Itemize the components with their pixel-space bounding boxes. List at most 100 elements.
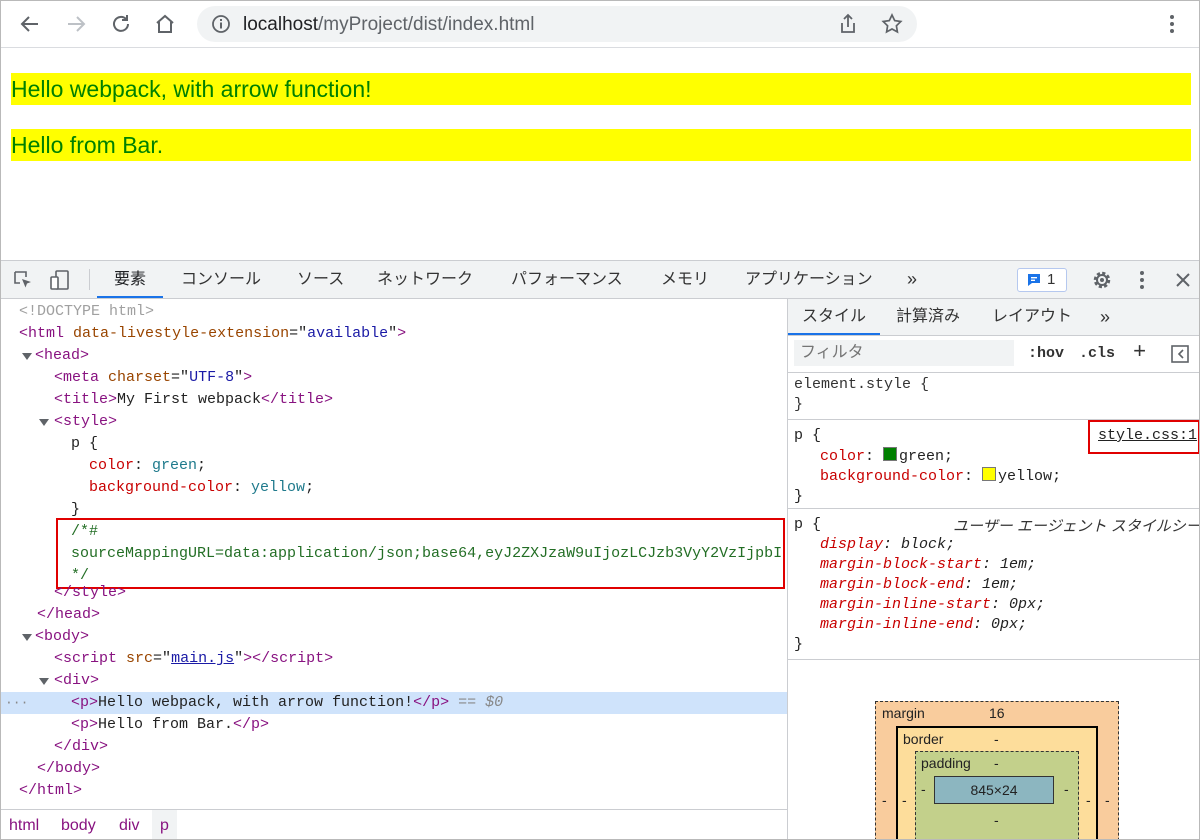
- dom-html-attr: data-livestyle-extension: [73, 325, 290, 342]
- address-bar[interactable]: localhost/myProject/dist/index.html: [197, 6, 917, 42]
- tab-console[interactable]: コンソール: [181, 261, 261, 298]
- dom-line-style[interactable]: <style>: [1, 411, 787, 433]
- dom-line-div-close[interactable]: </div>: [1, 736, 787, 758]
- more-tabs-button[interactable]: »: [907, 261, 917, 298]
- box-model-padding[interactable]: padding - - - - 845×24: [915, 751, 1079, 839]
- breadcrumb-div[interactable]: div: [119, 810, 139, 839]
- dom-line-p2[interactable]: <p>Hello from Bar.</p>: [1, 714, 787, 736]
- dom-line-style-close[interactable]: </style>: [1, 582, 787, 604]
- device-toolbar-icon[interactable]: [49, 269, 71, 291]
- dom-body-tag: body: [44, 628, 81, 645]
- issues-badge[interactable]: 1: [1017, 268, 1067, 292]
- element-style-selector[interactable]: element.style {: [794, 375, 929, 395]
- tab-sources[interactable]: ソース: [297, 261, 344, 298]
- toggle-sidebar-icon[interactable]: [1170, 344, 1190, 364]
- dom-line-body[interactable]: <body>: [1, 626, 787, 648]
- dom-line-head[interactable]: <head>: [1, 345, 787, 367]
- bg-value[interactable]: yellow: [998, 468, 1052, 485]
- expand-triangle-icon[interactable]: [39, 678, 49, 685]
- elements-tree: <!DOCTYPE html> <html data-livestyle-ext…: [1, 299, 787, 808]
- settings-gear-icon[interactable]: [1091, 269, 1113, 291]
- styles-filter-input[interactable]: [794, 340, 1014, 366]
- dom-line-head-close[interactable]: </head>: [1, 604, 787, 626]
- home-icon: [156, 14, 174, 33]
- tab-elements[interactable]: 要素: [97, 261, 163, 298]
- tabbar-divider: [89, 269, 90, 290]
- ua-rule-selector: p {: [794, 516, 822, 533]
- hov-button[interactable]: :hov: [1028, 345, 1064, 362]
- more-vert-icon: [1170, 15, 1174, 33]
- browser-menu-button[interactable]: [1159, 11, 1185, 37]
- ellipsis-icon[interactable]: ···: [5, 692, 28, 714]
- dom-line-div[interactable]: <div>: [1, 670, 787, 692]
- color-prop[interactable]: color: [820, 448, 865, 465]
- expand-triangle-icon[interactable]: [22, 634, 32, 641]
- dom-line-html-close[interactable]: </html>: [1, 780, 787, 802]
- padding-left-value[interactable]: -: [921, 781, 926, 797]
- border-top-value[interactable]: -: [994, 731, 999, 747]
- devtools-tabbar: 要素 コンソール ソース ネットワーク パフォーマンス メモリ アプリケーション…: [1, 261, 1199, 299]
- cls-button[interactable]: .cls: [1079, 345, 1115, 362]
- box-model-content-size[interactable]: 845×24: [934, 776, 1054, 804]
- tab-application[interactable]: アプリケーション: [745, 261, 873, 298]
- dom-line-meta[interactable]: <meta charset="UTF-8">: [1, 367, 787, 389]
- page-paragraph-1: Hello webpack, with arrow function!: [11, 73, 1191, 105]
- selected-marker: == $0: [458, 694, 504, 711]
- share-icon[interactable]: [837, 13, 859, 35]
- reload-button[interactable]: [108, 11, 134, 37]
- p-rule-selector[interactable]: p {: [794, 426, 821, 446]
- script-src-link[interactable]: main.js: [171, 650, 234, 667]
- dom-line-html[interactable]: <html data-livestyle-extension="availabl…: [1, 323, 787, 345]
- tab-performance[interactable]: パフォーマンス: [511, 261, 623, 298]
- browser-window: localhost/myProject/dist/index.html Hell…: [0, 0, 1200, 840]
- margin-top-value[interactable]: 16: [989, 705, 1005, 721]
- margin-right-value[interactable]: -: [1105, 792, 1110, 808]
- border-left-value[interactable]: -: [902, 792, 907, 808]
- padding-right-value[interactable]: -: [1064, 781, 1069, 797]
- breadcrumb-p[interactable]: p: [152, 810, 177, 839]
- border-right-value[interactable]: -: [1086, 792, 1091, 808]
- tab-computed[interactable]: 計算済み: [896, 299, 960, 335]
- breadcrumb-html[interactable]: html: [9, 810, 39, 839]
- styles-filter-bar: :hov .cls +: [788, 336, 1199, 373]
- color-value[interactable]: green: [899, 448, 944, 465]
- tab-styles[interactable]: スタイル: [788, 299, 880, 335]
- dom-line-body-close[interactable]: </body>: [1, 758, 787, 780]
- bg-prop[interactable]: background-color: [820, 468, 964, 485]
- more-sidebar-tabs-button[interactable]: »: [1100, 299, 1110, 335]
- inspect-element-icon[interactable]: [13, 270, 33, 290]
- back-arrow-icon: [20, 16, 38, 32]
- info-icon[interactable]: [211, 14, 231, 34]
- expand-triangle-icon[interactable]: [22, 353, 32, 360]
- margin-left-value[interactable]: -: [882, 792, 887, 808]
- browser-toolbar: localhost/myProject/dist/index.html: [1, 1, 1199, 48]
- home-button[interactable]: [152, 11, 178, 37]
- box-model-border[interactable]: border - - - padding - - - - 845×24: [896, 726, 1098, 839]
- dom-line-script[interactable]: <script src="main.js"></script>: [1, 648, 787, 670]
- breadcrumb-body[interactable]: body: [61, 810, 96, 839]
- tab-layout[interactable]: レイアウト: [992, 299, 1072, 335]
- dom-css-selector: p {: [71, 435, 99, 452]
- url-text[interactable]: localhost/myProject/dist/index.html: [243, 14, 534, 36]
- devtools-menu-icon[interactable]: [1131, 269, 1153, 291]
- back-button[interactable]: [17, 11, 43, 37]
- expand-triangle-icon[interactable]: [39, 419, 49, 426]
- page-viewport: Hello webpack, with arrow function! Hell…: [1, 48, 1199, 260]
- padding-bottom-value[interactable]: -: [994, 812, 999, 828]
- color-swatch-yellow[interactable]: [982, 467, 997, 481]
- tab-network[interactable]: ネットワーク: [377, 261, 473, 298]
- forward-button[interactable]: [63, 11, 89, 37]
- tab-memory[interactable]: メモリ: [661, 261, 709, 298]
- dom-line-p1-selected[interactable]: ··· <p>Hello webpack, with arrow functio…: [1, 692, 787, 714]
- close-devtools-icon[interactable]: [1173, 270, 1193, 290]
- bookmark-star-icon[interactable]: [881, 13, 903, 35]
- color-swatch-green[interactable]: [883, 447, 898, 461]
- box-model-margin[interactable]: margin 16 - - border - - - padding - - -…: [875, 701, 1119, 839]
- dom-line-title[interactable]: <title>My First webpack</title>: [1, 389, 787, 411]
- new-rule-button[interactable]: +: [1133, 340, 1146, 365]
- padding-label: padding: [921, 755, 971, 771]
- padding-top-value[interactable]: -: [994, 755, 999, 771]
- dom-line-doctype[interactable]: <!DOCTYPE html>: [1, 301, 787, 323]
- page-paragraph-2: Hello from Bar.: [11, 129, 1191, 161]
- url-path: /myProject/dist/index.html: [318, 14, 535, 35]
